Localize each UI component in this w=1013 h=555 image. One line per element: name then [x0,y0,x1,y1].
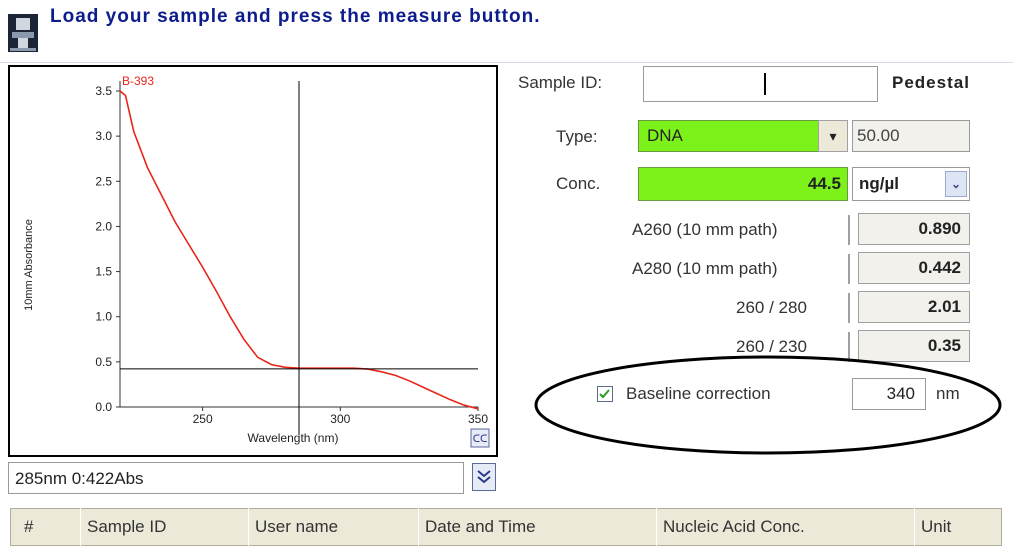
column-header-sample-id[interactable]: Sample ID [80,508,248,546]
fit-view-button[interactable]: ᑕᑕ [470,428,490,448]
conc-field: 44.5 [638,167,848,201]
text-cursor [764,73,766,95]
sample-id-input[interactable] [643,66,878,102]
type-factor-field: 50.00 [852,120,970,152]
instrument-icon [8,14,38,52]
a260-label: A260 (10 mm path) [632,220,778,239]
caret-down-icon: ▾ [829,128,837,144]
y-tick-label: 3.0 [95,129,112,143]
a280-value: 0.442 [858,252,970,284]
x-tick-label: 250 [193,412,213,426]
type-label: Type: [556,127,598,146]
column-header-user-name[interactable]: User name [248,508,418,546]
y-tick-label: 0.0 [95,400,112,414]
type-dropdown-button[interactable]: ▾ [818,120,848,152]
y-tick-label: 3.5 [95,84,112,98]
double-chevron-down-icon [477,470,491,484]
y-tick-label: 1.0 [95,310,112,324]
expand-button[interactable] [472,463,496,491]
divider [848,215,850,245]
y-tick-label: 1.5 [95,265,112,279]
fit-view-icon: ᑕᑕ [473,434,488,445]
column-header-unit[interactable]: Unit [914,508,1002,546]
y-tick-label: 2.0 [95,219,112,233]
conc-unit-select[interactable]: ng/µl ⌄ [852,167,970,201]
absorbance-plot: 3.5 3.0 2.5 2.0 1.5 1.0 0.5 0.0 250 300 350 B-393 … [8,65,498,457]
highlight-ellipse [534,355,1002,455]
column-header-index[interactable]: # [10,508,80,546]
y-tick-label: 0.5 [95,355,112,369]
plot-svg: 3.53.02.52.01.51.00.50.0250 300 350 B-393 … [23,74,490,448]
mode-label: Pedestal [892,73,970,92]
column-header-date-time[interactable]: Date and Time [418,508,656,546]
sample-label: B-393 [122,74,154,88]
sample-id-label: Sample ID: [518,73,603,92]
column-header-nucleic-acid-conc[interactable]: Nucleic Acid Conc. [656,508,914,546]
type-select[interactable]: DNA [638,120,848,152]
a280-label: A280 (10 mm path) [632,259,778,278]
divider [848,293,850,323]
conc-label: Conc. [556,174,601,193]
ratio-260-280-label: 260 / 280 [736,298,807,317]
cursor-readout: 285nm 0:422Abs [8,462,464,494]
chevron-down-icon[interactable]: ⌄ [945,171,967,197]
a260-value: 0.890 [858,213,970,245]
x-axis-label: Wavelength (nm) [248,431,339,445]
x-tick-label: 300 [330,412,350,426]
ratio-260-280-value: 2.01 [858,291,970,323]
y-axis-label: 10mm Absorbance [23,219,35,311]
plot-ticks: 3.5 3.0 2.5 2.0 1.5 1.0 0.5 0.0 250 300 350 [95,84,488,426]
instruction-message: Load your sample and press the measure b… [50,6,541,27]
crosshair [120,81,478,435]
y-tick-label: 2.5 [95,174,112,188]
x-tick-label: 350 [468,412,488,426]
divider [848,254,850,284]
